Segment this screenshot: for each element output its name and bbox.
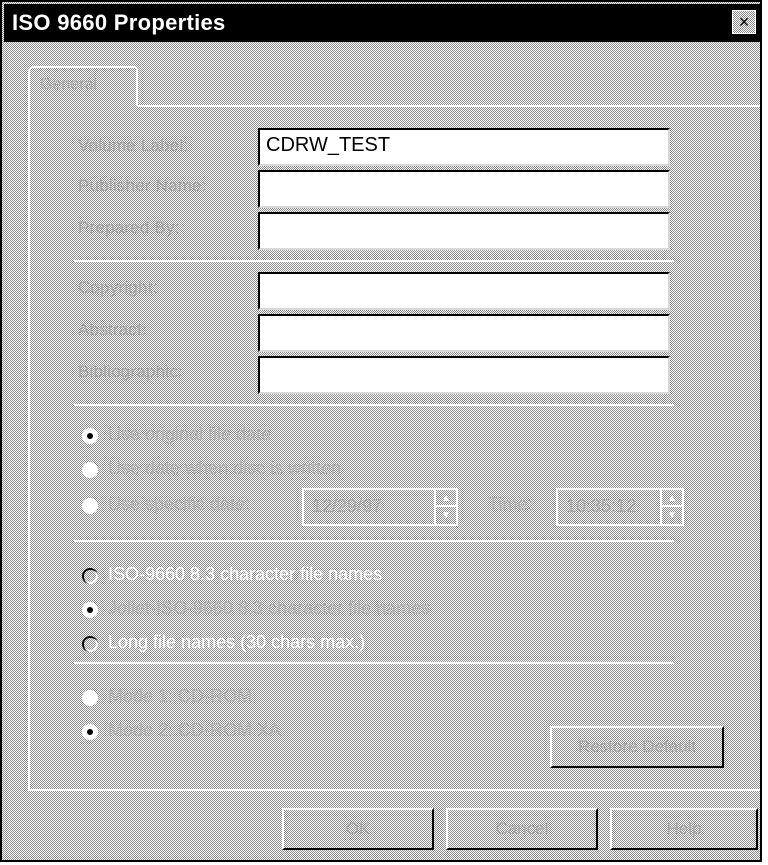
tab-general-label: General	[40, 76, 97, 93]
radio-mode2-label: Mode 2: CD-ROM XA	[108, 720, 282, 740]
prepared-by-input[interactable]	[258, 212, 670, 250]
volume-label-input[interactable]: CDRW_TEST	[258, 128, 670, 166]
abstract-input[interactable]	[258, 314, 670, 352]
cancel-button[interactable]: Cancel	[446, 808, 598, 850]
tab-panel-border-left	[28, 105, 30, 791]
spin-down-icon[interactable]: ▼	[662, 507, 682, 524]
restore-default-button[interactable]: Restore Default	[550, 726, 724, 768]
help-button[interactable]: Help	[610, 808, 758, 850]
tab-general[interactable]: General	[28, 66, 138, 106]
dialog-body: General Volume Label: CDRW_TEST Publishe…	[4, 42, 760, 860]
time-caption: Time:	[488, 494, 533, 514]
date-value: 12/29/97	[312, 496, 383, 516]
publisher-name-input[interactable]	[258, 170, 670, 208]
close-icon: ×	[738, 12, 750, 32]
radio-specific-date-label: Use specific date:	[108, 494, 251, 514]
ok-button[interactable]: OK	[282, 808, 434, 850]
date-spinner-arrows[interactable]: ▲ ▼	[434, 490, 456, 524]
spin-down-icon[interactable]: ▼	[436, 507, 456, 524]
radio-date-when-written-label: Use date when disc is written	[108, 458, 342, 478]
volume-label-caption: Volume Label:	[78, 136, 189, 155]
spin-up-icon[interactable]: ▲	[436, 490, 456, 507]
copyright-caption: Copyright:	[78, 278, 158, 297]
radio-mode1-label: Mode 1: CD-ROM	[108, 686, 253, 706]
close-button[interactable]: ×	[732, 10, 756, 34]
copyright-input[interactable]	[258, 272, 670, 310]
radio-long-file-names-label: Long file names (30 chars max.)	[108, 632, 366, 652]
radio-date-when-written[interactable]	[82, 462, 98, 478]
iso9660-properties-dialog: ISO 9660 Properties × General Volume Lab…	[0, 0, 762, 862]
radio-mode1[interactable]	[82, 690, 98, 706]
separator-2	[74, 404, 674, 406]
separator-1	[74, 260, 674, 262]
separator-3	[74, 540, 674, 542]
separator-4	[74, 662, 674, 664]
radio-specific-date[interactable]	[82, 498, 98, 514]
date-spinner[interactable]: 12/29/97 ▲ ▼	[302, 488, 458, 526]
time-value: 10:35:12	[566, 496, 637, 516]
spin-up-icon[interactable]: ▲	[662, 490, 682, 507]
tab-strip-line	[138, 105, 760, 107]
radio-original-file-date-label: Use original file date	[108, 424, 272, 444]
title-bar: ISO 9660 Properties ×	[4, 4, 760, 42]
radio-original-file-date[interactable]	[82, 428, 98, 444]
radio-mode2[interactable]	[82, 724, 98, 740]
bibliographic-caption: Bibliographic:	[78, 362, 183, 381]
radio-long-file-names[interactable]	[82, 636, 98, 652]
radio-joliet-names-label: Joliet-ISO-9660 8.3 character file names	[108, 598, 431, 618]
time-spinner[interactable]: 10:35:12 ▲ ▼	[556, 488, 684, 526]
abstract-caption: Abstract:	[78, 320, 147, 339]
radio-iso9660-names[interactable]	[82, 568, 98, 584]
bibliographic-input[interactable]	[258, 356, 670, 394]
window-title: ISO 9660 Properties	[12, 10, 226, 35]
time-spinner-arrows[interactable]: ▲ ▼	[660, 490, 682, 524]
radio-joliet-names[interactable]	[82, 602, 98, 618]
radio-iso9660-names-label: ISO-9660 8.3 character file names	[108, 564, 383, 584]
tab-panel-border-bottom	[28, 789, 760, 791]
prepared-by-caption: Prepared By:	[78, 218, 180, 237]
publisher-name-caption: Publisher Name:	[78, 176, 207, 195]
